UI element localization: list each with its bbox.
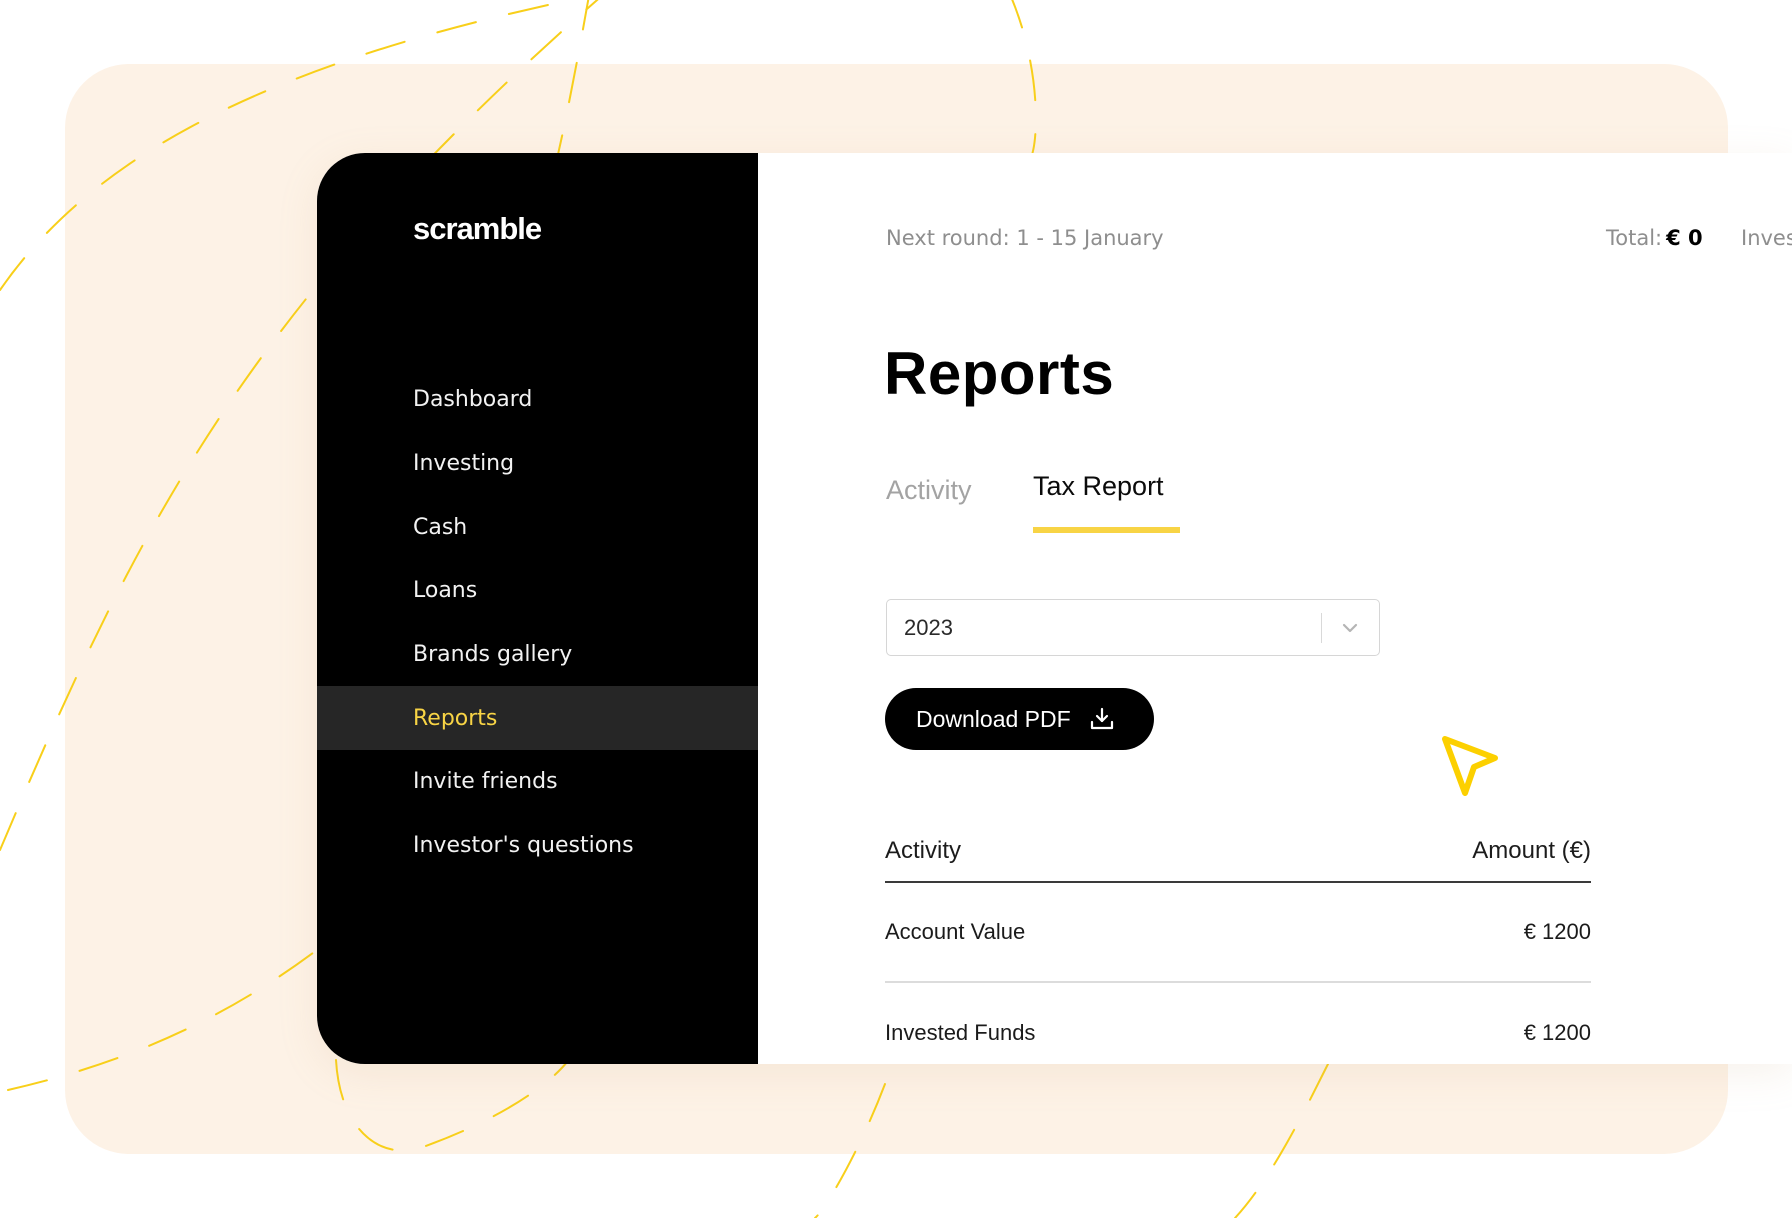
download-pdf-button[interactable]: Download PDF	[885, 688, 1154, 750]
sidebar-item-invite-friends[interactable]: Invite friends	[317, 750, 758, 814]
row-amount: € 1200	[1523, 1020, 1591, 1045]
sidebar-item-label: Invite friends	[413, 769, 558, 795]
sidebar-item-reports[interactable]: Reports	[317, 686, 758, 751]
invested-label: Inves	[1741, 226, 1792, 250]
tab-tax-report[interactable]: Tax Report	[1033, 471, 1164, 502]
next-round-info: Next round: 1 - 15 January	[886, 226, 1164, 250]
tax-report-table: Activity Amount (€) Account Value € 1200…	[885, 821, 1591, 1064]
table-row: Invested Funds € 1200	[885, 983, 1591, 1064]
active-tab-indicator	[1033, 527, 1180, 533]
tab-activity[interactable]: Activity	[886, 475, 972, 506]
sidebar-item-label: Investor's questions	[413, 833, 634, 859]
main-content: Next round: 1 - 15 January Total: € 0 Inv…	[758, 153, 1792, 1064]
row-amount: € 1200	[1523, 919, 1591, 944]
year-select[interactable]: 2023	[886, 599, 1380, 656]
sidebar-item-label: Reports	[413, 705, 498, 731]
row-activity: Invested Funds	[885, 1020, 1036, 1045]
mouse-pointer-icon	[1442, 736, 1498, 796]
select-separator	[1321, 613, 1322, 643]
download-pdf-label: Download PDF	[916, 705, 1071, 732]
total-label: Total:	[1606, 226, 1663, 250]
sidebar-item-investing[interactable]: Investing	[317, 432, 758, 496]
year-select-value: 2023	[904, 615, 953, 640]
sidebar-item-label: Investing	[413, 451, 515, 477]
sidebar-item-cash[interactable]: Cash	[317, 495, 758, 559]
app-window: scramble Dashboard Investing Cash Loans …	[317, 153, 1792, 1064]
table-row: Account Value € 1200	[885, 883, 1591, 983]
total-balance: Total: € 0	[1606, 226, 1703, 250]
row-activity: Account Value	[885, 919, 1026, 944]
column-header-activity: Activity	[885, 837, 962, 864]
sidebar-nav: Dashboard Investing Cash Loans Brands ga…	[317, 368, 758, 878]
page-title: Reports	[884, 340, 1115, 407]
sidebar: scramble Dashboard Investing Cash Loans …	[317, 153, 758, 1064]
sidebar-item-dashboard[interactable]: Dashboard	[317, 368, 758, 432]
sidebar-item-investors-questions[interactable]: Investor's questions	[317, 814, 758, 878]
sidebar-item-label: Brands gallery	[413, 642, 573, 668]
total-value: € 0	[1666, 226, 1703, 250]
brand-logo[interactable]: scramble	[413, 211, 542, 247]
sidebar-item-brands-gallery[interactable]: Brands gallery	[317, 623, 758, 687]
sidebar-item-label: Loans	[413, 578, 478, 604]
sidebar-item-label: Dashboard	[413, 387, 533, 413]
column-header-amount: Amount (€)	[1472, 837, 1591, 864]
download-icon	[1090, 707, 1113, 730]
table-header: Activity Amount (€)	[885, 821, 1591, 883]
sidebar-item-label: Cash	[413, 514, 468, 540]
sidebar-item-loans[interactable]: Loans	[317, 559, 758, 623]
chevron-down-icon[interactable]	[1339, 618, 1361, 638]
